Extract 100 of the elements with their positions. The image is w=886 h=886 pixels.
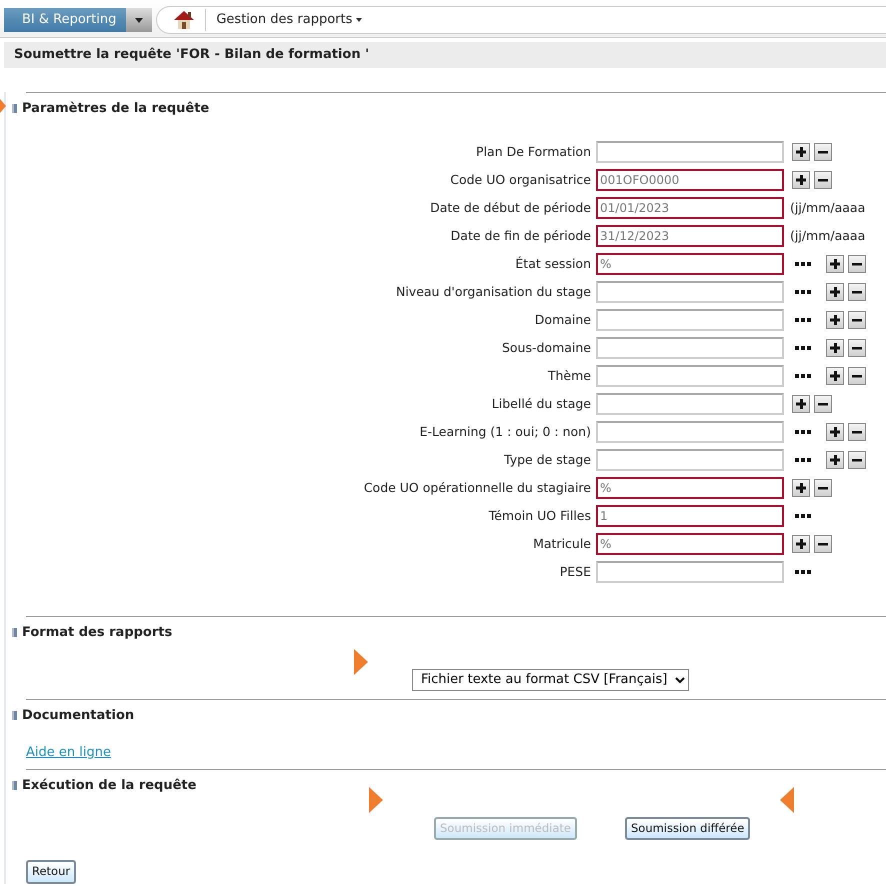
- section-title: Format des rapports: [22, 624, 172, 642]
- ellipsis-icon: [795, 430, 811, 434]
- field-label: Code UO organisatrice: [449, 170, 592, 189]
- add-button[interactable]: [792, 535, 810, 553]
- section-title: Documentation: [22, 706, 134, 724]
- remove-button[interactable]: [814, 395, 832, 413]
- field-label: Domaine: [534, 310, 592, 329]
- plus-icon: [796, 399, 806, 409]
- field-label: E-Learning (1 : oui; 0 : non): [418, 422, 592, 441]
- input-field[interactable]: [596, 561, 784, 583]
- caret-icon: [356, 18, 362, 22]
- remove-button[interactable]: [814, 171, 832, 189]
- field-label: Niveau d'organisation du stage: [394, 282, 592, 301]
- add-button[interactable]: [826, 311, 844, 329]
- arrow-right-icon: [369, 787, 383, 813]
- bullet-icon: [12, 628, 17, 638]
- submit-button[interactable]: Soumission différée: [624, 817, 750, 840]
- plus-icon: [830, 259, 840, 269]
- menu-item[interactable]: Gestion des rapports: [205, 9, 368, 31]
- remove-button[interactable]: [848, 367, 866, 385]
- field-label: Date de début de période: [429, 198, 592, 217]
- input-field[interactable]: 01/01/2023: [596, 197, 784, 219]
- format-hint: (jj/mm/aaaa: [790, 198, 866, 217]
- add-button[interactable]: [792, 171, 810, 189]
- field-label: Sous-domaine: [500, 338, 592, 357]
- ellipsis-icon: [795, 458, 811, 462]
- caret-icon: [135, 18, 144, 22]
- add-button[interactable]: [826, 283, 844, 301]
- section-title: Exécution de la requête: [22, 776, 196, 794]
- plus-icon: [796, 539, 806, 549]
- plus-icon: [830, 427, 840, 437]
- section-title: Paramètres de la requête: [22, 100, 210, 118]
- remove-button[interactable]: [848, 451, 866, 469]
- plus-icon: [830, 371, 840, 381]
- remove-button[interactable]: [848, 255, 866, 273]
- input-field[interactable]: [596, 449, 784, 471]
- field-label: Thème: [546, 366, 592, 385]
- field-label: Date de fin de période: [450, 226, 592, 245]
- add-button[interactable]: [792, 479, 810, 497]
- remove-button[interactable]: [814, 535, 832, 553]
- plus-icon: [796, 175, 806, 185]
- input-field[interactable]: [596, 141, 784, 163]
- remove-button[interactable]: [814, 479, 832, 497]
- arrow-left-icon: [780, 787, 794, 813]
- plus-icon: [830, 287, 840, 297]
- bullet-icon: [12, 104, 17, 113]
- input-field[interactable]: 31/12/2023: [596, 225, 784, 247]
- ellipsis-icon: [795, 514, 811, 518]
- add-button[interactable]: [826, 339, 844, 357]
- field-label: Libellé du stage: [490, 394, 592, 413]
- add-button[interactable]: [792, 395, 810, 413]
- format-select[interactable]: Fichier texte au format CSV [Français]: [412, 668, 689, 690]
- input-field[interactable]: 001OFO0000: [596, 169, 784, 191]
- help-link[interactable]: Aide en ligne: [26, 743, 111, 762]
- bullet-icon: [12, 710, 17, 720]
- add-button[interactable]: [826, 255, 844, 273]
- arrow-right-icon: [354, 648, 368, 674]
- field-label: Type de stage: [503, 450, 592, 469]
- input-field[interactable]: [596, 421, 784, 443]
- remove-button[interactable]: [848, 311, 866, 329]
- house-icon: [173, 10, 196, 30]
- field-label: Témoin UO Filles: [488, 506, 592, 525]
- input-field[interactable]: 1: [596, 505, 784, 527]
- remove-button[interactable]: [814, 143, 832, 161]
- plus-icon: [796, 483, 806, 493]
- plus-icon: [796, 147, 806, 157]
- field-label: Plan De Formation: [475, 142, 592, 161]
- add-button[interactable]: [826, 451, 844, 469]
- input-field[interactable]: %: [596, 477, 784, 499]
- add-button[interactable]: [792, 143, 810, 161]
- input-field[interactable]: [596, 337, 784, 359]
- plus-icon: [830, 343, 840, 353]
- ellipsis-icon: [795, 262, 811, 266]
- ellipsis-icon: [795, 346, 811, 350]
- ellipsis-icon: [795, 290, 811, 294]
- input-field[interactable]: [596, 393, 784, 415]
- input-field[interactable]: %: [596, 253, 784, 275]
- input-field[interactable]: [596, 309, 784, 331]
- page-title: Soumettre la requête 'FOR - Bilan de formation ': [4, 42, 886, 68]
- format-hint: (jj/mm/aaaa: [790, 226, 866, 245]
- dropdown-button[interactable]: [126, 8, 152, 32]
- bullet-icon: [12, 780, 17, 790]
- remove-button[interactable]: [848, 423, 866, 441]
- ellipsis-icon: [795, 374, 811, 378]
- remove-button[interactable]: [848, 339, 866, 357]
- field-label: Matricule: [532, 534, 592, 553]
- input-field[interactable]: [596, 365, 784, 387]
- add-button[interactable]: [826, 423, 844, 441]
- remove-button[interactable]: [848, 283, 866, 301]
- field-label: État session: [514, 254, 592, 273]
- input-field[interactable]: %: [596, 533, 784, 555]
- arrow-right-icon: [0, 99, 6, 113]
- back-button[interactable]: Retour: [26, 860, 76, 884]
- field-label: PESE: [558, 562, 592, 581]
- plus-icon: [830, 315, 840, 325]
- plus-icon: [830, 455, 840, 465]
- module-button[interactable]: BI & Reporting: [4, 8, 126, 32]
- ellipsis-icon: [795, 570, 811, 574]
- input-field[interactable]: [596, 281, 784, 303]
- add-button[interactable]: [826, 367, 844, 385]
